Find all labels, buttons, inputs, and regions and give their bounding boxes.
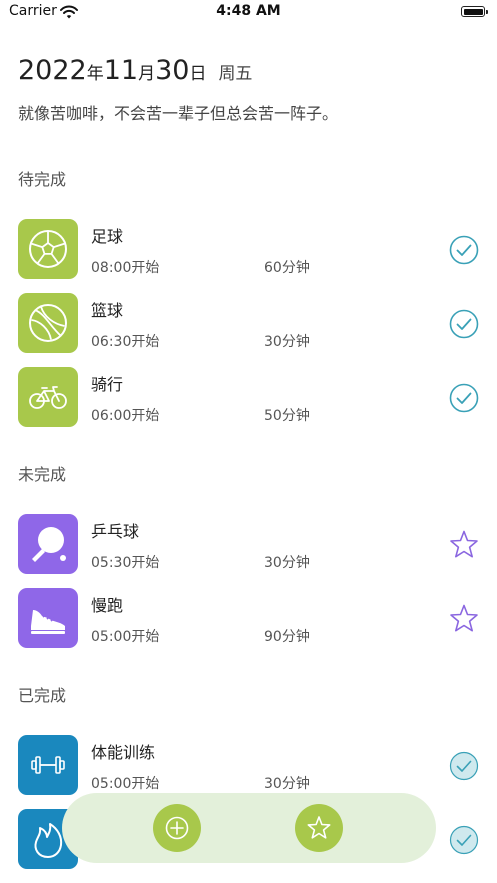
date-year-unit: 年: [86, 64, 104, 84]
task-item[interactable]: 篮球 06:30开始 30分钟: [0, 293, 497, 355]
task-name: 足球: [91, 227, 124, 246]
date-year: 2022: [18, 55, 87, 86]
task-start-time: 05:00开始: [91, 776, 160, 792]
floating-toolbar: [62, 793, 436, 863]
check-circle-icon[interactable]: [447, 381, 481, 415]
soccer-ball-icon: [18, 219, 78, 279]
task-item[interactable]: 足球 08:00开始 60分钟: [0, 219, 497, 281]
task-start-time: 08:00开始: [91, 260, 160, 276]
status-bar: Carrier 4:48 AM: [0, 0, 497, 26]
task-start-time: 06:30开始: [91, 334, 160, 350]
section-title-pending: 待完成: [18, 170, 67, 189]
check-circle-filled-icon[interactable]: [447, 749, 481, 783]
star-outline-icon[interactable]: [447, 528, 481, 562]
task-duration: 60分钟: [264, 260, 310, 276]
task-item[interactable]: 体能训练 05:00开始 30分钟: [0, 735, 497, 797]
date-day: 30: [155, 55, 190, 86]
task-start-time: 05:00开始: [91, 629, 160, 645]
status-time: 4:48 AM: [216, 3, 281, 19]
task-start-time: 05:30开始: [91, 555, 160, 571]
task-start-time: 06:00开始: [91, 408, 160, 424]
ball-icon: [18, 293, 78, 353]
date-month: 11: [103, 55, 139, 86]
bicycle-icon: [18, 367, 78, 427]
date-day-unit: 日: [189, 64, 207, 84]
star-outline-icon[interactable]: [447, 602, 481, 636]
task-name: 骑行: [91, 375, 124, 394]
add-circle-icon[interactable]: [153, 804, 201, 852]
battery-icon: [461, 6, 488, 17]
running-shoe-icon: [18, 588, 78, 648]
section-title-completed: 已完成: [18, 686, 67, 705]
weekday-label: 周五: [218, 64, 253, 84]
ping-pong-icon: [18, 514, 78, 574]
task-name: 体能训练: [91, 743, 156, 762]
task-item[interactable]: 乒乓球 05:30开始 30分钟: [0, 514, 497, 576]
task-name: 慢跑: [91, 596, 124, 615]
task-duration: 30分钟: [264, 334, 310, 350]
task-duration: 50分钟: [264, 408, 310, 424]
task-name: 篮球: [91, 301, 124, 320]
star-icon[interactable]: [295, 804, 343, 852]
date-month-unit: 月: [138, 64, 156, 84]
task-item[interactable]: 骑行 06:00开始 50分钟: [0, 367, 497, 429]
task-duration: 30分钟: [264, 555, 310, 571]
task-duration: 30分钟: [264, 776, 310, 792]
check-circle-icon[interactable]: [447, 233, 481, 267]
dumbbell-icon: [18, 735, 78, 795]
section-title-unfinished: 未完成: [18, 465, 67, 484]
check-circle-filled-icon[interactable]: [447, 823, 481, 857]
daily-quote: 就像苦咖啡，不会苦一辈子但总会苦一阵子。: [18, 104, 339, 123]
task-duration: 90分钟: [264, 629, 310, 645]
date-heading: 2022年11月30日 周五: [18, 55, 252, 86]
task-name: 乒乓球: [91, 522, 140, 541]
check-circle-icon[interactable]: [447, 307, 481, 341]
task-item[interactable]: 慢跑 05:00开始 90分钟: [0, 588, 497, 650]
